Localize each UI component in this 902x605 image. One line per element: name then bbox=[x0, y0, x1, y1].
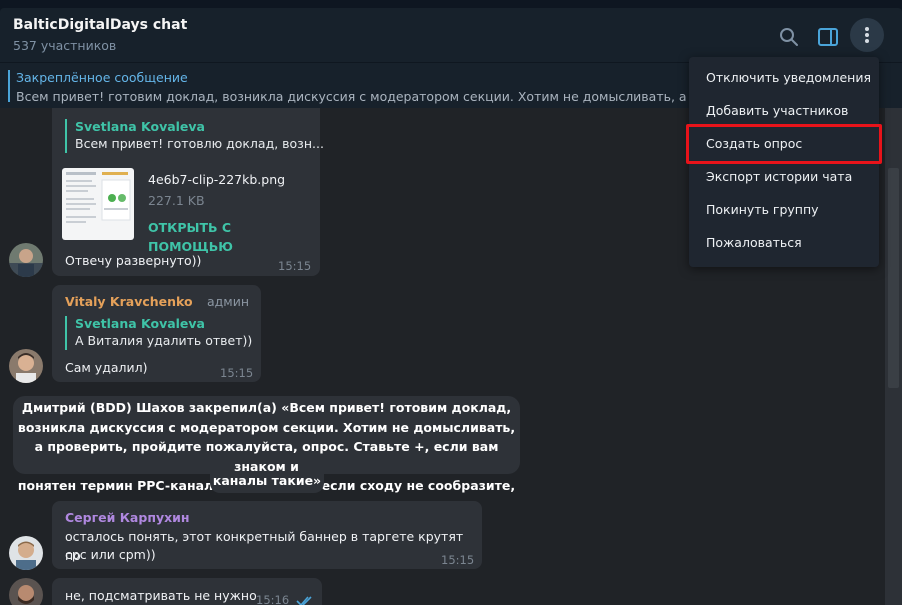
avatar[interactable] bbox=[9, 578, 43, 605]
admin-badge: админ bbox=[207, 294, 250, 309]
file-name: 4e6b7-clip-227kb.png bbox=[148, 172, 286, 187]
menu-item-report[interactable]: Пожаловаться bbox=[689, 227, 879, 260]
menu-item-export-history[interactable]: Экспорт истории чата bbox=[689, 161, 879, 194]
menu-item-label: Покинуть группу bbox=[706, 202, 819, 217]
service-line: Дмитрий (BDD) Шахов закрепил(а) «Всем пр… bbox=[21, 400, 512, 415]
menu-item-mute[interactable]: Отключить уведомления bbox=[689, 62, 879, 95]
reply-quote[interactable]: Svetlana Kovaleva Всем привет! готовлю д… bbox=[65, 119, 324, 153]
message-text-line: cpc или cpm)) bbox=[65, 547, 156, 562]
pinned-text: Всем привет! готовим доклад, возникла ди… bbox=[16, 89, 691, 104]
reply-quote[interactable]: Svetlana Kovaleva А Виталия удалить отве… bbox=[65, 316, 252, 350]
message-text: не, подсматривать не нужно bbox=[65, 588, 257, 603]
service-line: каналы такие» bbox=[212, 473, 322, 488]
menu-item-label: Пожаловаться bbox=[706, 235, 802, 250]
chat-member-count: 537 участников bbox=[13, 38, 117, 53]
reply-text: Всем привет! готовлю доклад, возн... bbox=[75, 136, 324, 151]
message-time: 15:15 bbox=[278, 259, 312, 273]
service-message-tail[interactable]: каналы такие» bbox=[210, 471, 324, 493]
message-bubble[interactable]: не, подсматривать не нужно 15:16 bbox=[52, 578, 322, 605]
menu-item-label: Добавить участников bbox=[706, 103, 849, 118]
pinned-indicator bbox=[8, 70, 10, 102]
highlight-box bbox=[686, 124, 882, 164]
reply-sender: Svetlana Kovaleva bbox=[75, 316, 205, 331]
avatar[interactable] bbox=[9, 243, 43, 277]
menu-item-leave-group[interactable]: Покинуть группу bbox=[689, 194, 879, 227]
scrollbar-thumb[interactable] bbox=[888, 168, 899, 388]
message-text: Отвечу развернуто)) bbox=[65, 253, 202, 268]
menu-item-label: Экспорт истории чата bbox=[706, 169, 853, 184]
sender-name[interactable]: Vitaly Kravchenko bbox=[65, 294, 193, 309]
pinned-title: Закреплённое сообщение bbox=[16, 70, 188, 85]
reply-text: А Виталия удалить ответ)) bbox=[75, 333, 253, 348]
chat-header[interactable]: BalticDigitalDays chat 537 участников bbox=[0, 8, 902, 62]
service-message[interactable]: Дмитрий (BDD) Шахов закрепил(а) «Всем пр… bbox=[13, 396, 520, 513]
message-bubble[interactable]: Сергей Карпухин осталось понять, этот ко… bbox=[52, 501, 482, 569]
read-checkmarks-icon bbox=[296, 592, 316, 605]
service-line: возникла дискуссия с модератором секции.… bbox=[17, 419, 516, 435]
sidebar-toggle-icon[interactable] bbox=[815, 24, 841, 50]
menu-item-label: Отключить уведомления bbox=[706, 70, 871, 85]
avatar[interactable] bbox=[9, 349, 43, 383]
message-time: 15:16 bbox=[256, 593, 290, 605]
more-vertical-icon[interactable] bbox=[850, 18, 884, 52]
file-thumbnail[interactable] bbox=[62, 168, 134, 240]
message-text: Сам удалил) bbox=[65, 360, 148, 375]
window-top-strip bbox=[0, 0, 902, 8]
reply-sender: Svetlana Kovaleva bbox=[75, 119, 205, 134]
message-bubble[interactable]: Svetlana Kovaleva Всем привет! готовлю д… bbox=[52, 108, 324, 276]
chat-title[interactable]: BalticDigitalDays chat bbox=[13, 17, 187, 33]
avatar[interactable] bbox=[9, 536, 43, 570]
message-time: 15:15 bbox=[220, 366, 254, 380]
message-bubble[interactable]: Vitaly Kravchenko админ Svetlana Kovalev… bbox=[52, 285, 261, 382]
sender-name[interactable]: Сергей Карпухин bbox=[65, 510, 190, 525]
message-time: 15:15 bbox=[441, 553, 475, 567]
search-icon[interactable] bbox=[776, 24, 802, 50]
file-size: 227.1 KB bbox=[148, 193, 205, 208]
